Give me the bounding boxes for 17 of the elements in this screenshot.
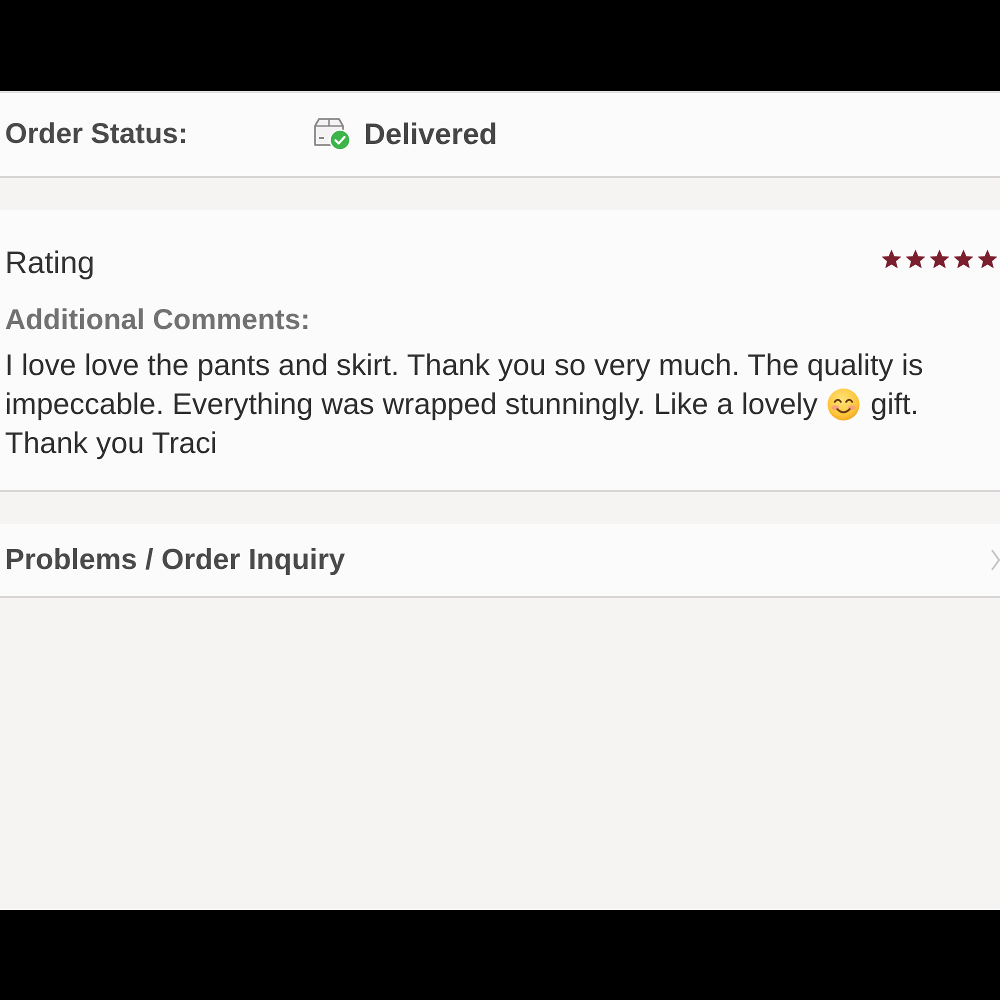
order-status-label: Order Status: xyxy=(5,118,188,150)
star-icon xyxy=(930,250,949,268)
comment-text: Thank you Traci xyxy=(5,426,217,460)
comment-text: impeccable. Everything was wrapped stunningly. Like a lovely xyxy=(5,388,818,422)
star-icon xyxy=(906,250,925,268)
comment-text: gift. xyxy=(870,388,919,422)
rating-title: Rating xyxy=(5,245,95,281)
chevron-right-icon xyxy=(991,549,1000,571)
star-icon xyxy=(978,250,997,268)
star-icon xyxy=(882,250,901,268)
comments-label: Additional Comments: xyxy=(5,304,310,336)
order-inquiry-link[interactable]: Problems / Order Inquiry xyxy=(0,524,1000,598)
package-check-icon xyxy=(313,116,351,150)
comment-text: I love love the pants and skirt. Thank you so very much. The quality is xyxy=(5,348,924,382)
order-status-value: Delivered xyxy=(364,118,498,152)
star-icon xyxy=(954,250,973,268)
smiling-face-icon xyxy=(826,388,860,421)
